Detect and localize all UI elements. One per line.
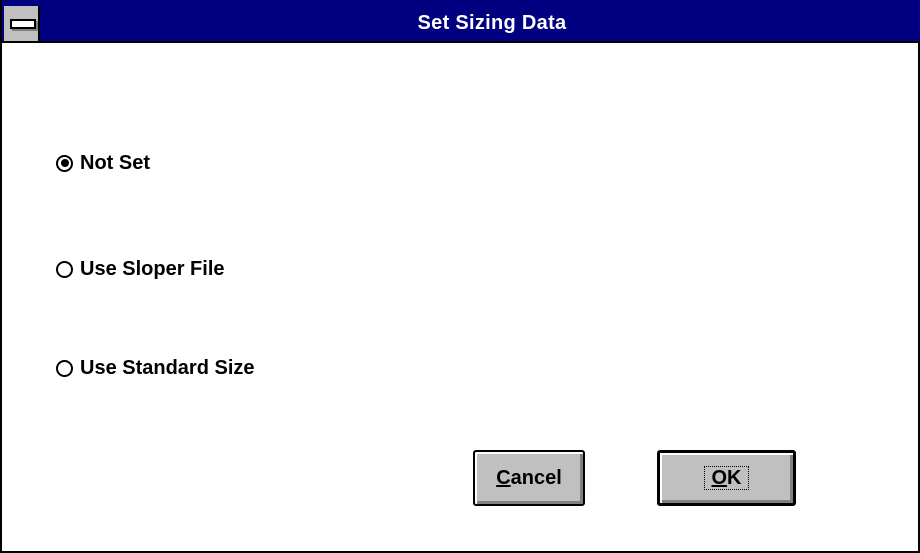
radio-use-standard-size[interactable]: Use Standard Size: [56, 355, 255, 381]
set-sizing-data-dialog: Set Sizing Data Not Set Use Sloper File …: [0, 0, 920, 553]
radio-selected-icon[interactable]: [56, 154, 73, 172]
radio-unselected-icon[interactable]: [56, 260, 73, 278]
ok-button-label: OK: [704, 466, 749, 490]
cancel-mnemonic: C: [496, 466, 511, 489]
title-bar[interactable]: Set Sizing Data: [2, 6, 920, 43]
cancel-label-rest: ancel: [510, 466, 562, 489]
radio-label-use-standard-size[interactable]: Use Standard Size: [80, 357, 255, 380]
window-title: Set Sizing Data: [417, 12, 567, 34]
ok-mnemonic: O: [711, 467, 728, 489]
cancel-button-label: Cancel: [496, 467, 562, 490]
radio-dot: [60, 159, 69, 167]
cancel-button[interactable]: Cancel: [473, 450, 585, 506]
radio-label-use-sloper-file[interactable]: Use Sloper File: [80, 258, 225, 281]
radio-use-sloper-file[interactable]: Use Sloper File: [56, 256, 225, 282]
radio-not-set[interactable]: Not Set: [56, 150, 150, 176]
radio-label-not-set[interactable]: Not Set: [80, 152, 150, 175]
ok-button[interactable]: OK: [657, 450, 796, 506]
radio-unselected-icon[interactable]: [56, 359, 73, 377]
ok-label-rest: K: [727, 467, 742, 489]
